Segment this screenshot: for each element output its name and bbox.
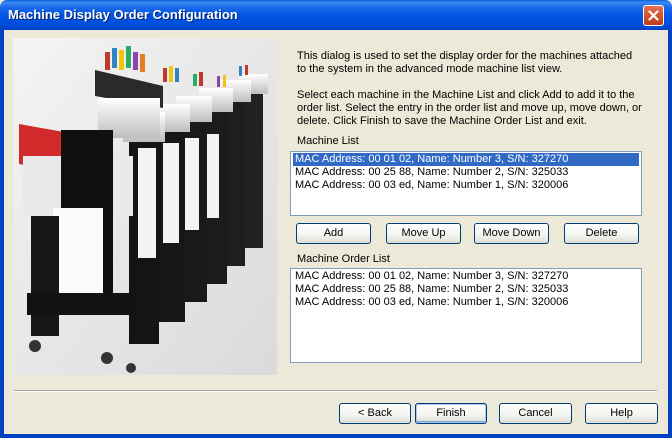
finish-button[interactable]: Finish	[415, 403, 487, 424]
order-list-item[interactable]: MAC Address: 00 25 88, Name: Number 2, S…	[293, 283, 639, 296]
machine-order-list[interactable]: MAC Address: 00 01 02, Name: Number 3, S…	[290, 268, 642, 363]
close-button[interactable]	[643, 5, 664, 26]
instructions-paragraph-2: Select each machine in the Machine List …	[297, 89, 642, 127]
add-button[interactable]: Add	[296, 223, 371, 244]
machine-list-item[interactable]: MAC Address: 00 03 ed, Name: Number 1, S…	[293, 179, 639, 192]
order-list-label: Machine Order List	[297, 253, 390, 265]
cancel-button[interactable]: Cancel	[499, 403, 572, 424]
window-title: Machine Display Order Configuration	[8, 7, 238, 22]
window-frame-bottom	[0, 434, 672, 438]
delete-button[interactable]: Delete	[564, 223, 639, 244]
window-frame-right	[668, 30, 672, 438]
order-list-item[interactable]: MAC Address: 00 01 02, Name: Number 3, S…	[293, 270, 639, 283]
machine-list-item[interactable]: MAC Address: 00 25 88, Name: Number 2, S…	[293, 166, 639, 179]
embroidery-machines-illustration	[13, 38, 277, 375]
machine-list-label: Machine List	[297, 135, 359, 147]
machine-list[interactable]: MAC Address: 00 01 02, Name: Number 3, S…	[290, 151, 642, 216]
move-up-button[interactable]: Move Up	[386, 223, 461, 244]
close-icon	[648, 10, 659, 21]
machines-picture	[13, 38, 277, 375]
instructions-text: This dialog is used to set the display o…	[297, 50, 642, 141]
window-frame-left	[0, 30, 4, 438]
title-bar[interactable]: Machine Display Order Configuration	[0, 0, 672, 30]
move-down-button[interactable]: Move Down	[474, 223, 549, 244]
machine-list-item[interactable]: MAC Address: 00 01 02, Name: Number 3, S…	[293, 153, 639, 166]
order-list-item[interactable]: MAC Address: 00 03 ed, Name: Number 1, S…	[293, 296, 639, 309]
help-button[interactable]: Help	[585, 403, 658, 424]
instructions-paragraph-1: This dialog is used to set the display o…	[297, 50, 633, 75]
dialog-window: Machine Display Order Configuration This…	[0, 0, 672, 438]
footer-separator	[14, 390, 657, 392]
back-button[interactable]: < Back	[339, 403, 411, 424]
